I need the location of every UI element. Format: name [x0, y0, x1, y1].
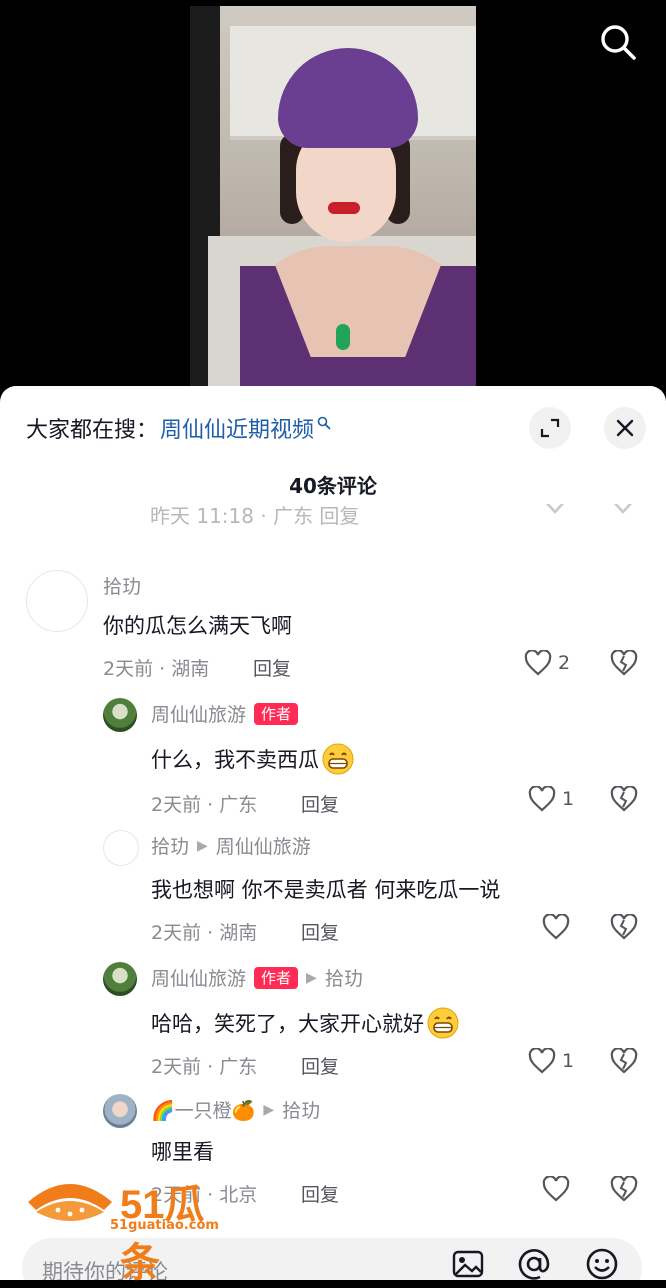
- expand-icon: [540, 418, 560, 438]
- avatar[interactable]: [26, 570, 88, 632]
- reply-meta: 2天前 · 广东: [151, 794, 258, 816]
- avatar[interactable]: [103, 962, 137, 996]
- like-button[interactable]: [542, 1176, 576, 1202]
- emoji-icon[interactable]: [584, 1246, 620, 1280]
- like-count: 1: [562, 788, 575, 810]
- reply-to-username[interactable]: 拾玏: [325, 964, 363, 991]
- reply-username[interactable]: 周仙仙旅游 作者: [151, 700, 299, 727]
- reply-to-username[interactable]: 拾玏: [282, 1096, 320, 1123]
- dislike-button[interactable]: [610, 785, 638, 816]
- dislike-icon: [613, 504, 633, 514]
- username-text: 周仙仙旅游: [151, 968, 247, 990]
- comment-text: 你的瓜怎么满天飞啊: [103, 614, 292, 638]
- sheet-header: 大家都在搜： 周仙仙近期视频 40条评论: [0, 386, 666, 514]
- dislike-button[interactable]: [610, 649, 638, 680]
- heart-icon: [542, 1176, 570, 1202]
- broken-heart-icon: [610, 1047, 638, 1074]
- reply-button[interactable]: 回复: [301, 1180, 339, 1207]
- author-badge: 作者: [254, 966, 299, 989]
- dislike-button[interactable]: [610, 1047, 638, 1078]
- heart-icon: [542, 914, 570, 940]
- broken-heart-icon: [610, 649, 638, 676]
- small-search-icon: [317, 411, 331, 436]
- mention-icon[interactable]: [516, 1246, 552, 1280]
- trending-link[interactable]: 周仙仙近期视频: [160, 412, 314, 444]
- reply-text-content: 什么，我不卖西瓜: [151, 748, 319, 772]
- video-person-pendant: [336, 324, 350, 350]
- reply-to-username[interactable]: 周仙仙旅游: [216, 832, 311, 859]
- username-text: 拾玏: [103, 576, 142, 598]
- reply-username[interactable]: 🌈一只橙🍊 ▶ 拾玏: [151, 1096, 320, 1123]
- comment-input[interactable]: 期待你的评论: [22, 1238, 642, 1280]
- like-count: 2: [558, 652, 571, 674]
- search-icon[interactable]: [598, 22, 638, 62]
- comment-list[interactable]: 昨天 11:18 · 广东 回复 拾玏 你的瓜怎么满天飞啊 2天前 · 湖南 回…: [0, 504, 666, 1220]
- scrolled-comment-meta: 昨天 11:18 · 广东 回复: [150, 504, 360, 528]
- reply-username[interactable]: 拾玏 ▶ 周仙仙旅游: [151, 832, 311, 859]
- watermark-logo: 51瓜条 51guatiao.com: [24, 1172, 234, 1285]
- avatar[interactable]: [103, 698, 137, 732]
- like-button[interactable]: 1: [528, 786, 574, 812]
- broken-heart-icon: [610, 785, 638, 812]
- comment-meta: 2天前 · 湖南: [103, 658, 210, 680]
- username-text: 🌈一只橙🍊: [151, 1100, 256, 1122]
- close-icon: [616, 419, 634, 437]
- like-button[interactable]: 1: [528, 1048, 574, 1074]
- watermark-subtext: 51guatiao.com: [110, 1218, 219, 1233]
- like-button[interactable]: 2: [524, 650, 570, 676]
- username-text: 拾玏: [151, 836, 190, 858]
- close-button[interactable]: [604, 407, 646, 449]
- trending-search[interactable]: 大家都在搜： 周仙仙近期视频: [26, 412, 331, 444]
- reply-meta: 2天前 · 湖南: [151, 922, 258, 944]
- comment-username[interactable]: 拾玏: [103, 572, 141, 599]
- expand-button[interactable]: [529, 407, 571, 449]
- like-count: 1: [562, 1050, 575, 1072]
- reply-username[interactable]: 周仙仙旅游 作者 ▶ 拾玏: [151, 964, 363, 991]
- trending-prefix: 大家都在搜：: [26, 418, 159, 443]
- dislike-button[interactable]: [610, 1175, 638, 1206]
- grin-emoji-icon: [322, 743, 354, 775]
- reply-text: 什么，我不卖西瓜: [151, 742, 355, 776]
- grin-emoji-icon: [427, 1007, 459, 1039]
- image-icon[interactable]: [450, 1246, 486, 1280]
- reply-meta: 2天前 · 广东: [151, 1056, 258, 1078]
- author-badge: 作者: [254, 702, 299, 725]
- username-text: 周仙仙旅游: [151, 704, 247, 726]
- watermelon-logo-icon: [28, 1184, 112, 1221]
- comment-sheet: 大家都在搜： 周仙仙近期视频 40条评论 昨天 11:18 · 广东 回复 拾玏…: [0, 386, 666, 1280]
- reply-arrow-icon: ▶: [306, 969, 317, 986]
- video-person-lips: [328, 202, 360, 214]
- heart-icon: [528, 1048, 556, 1074]
- reply-button[interactable]: 回复: [301, 918, 339, 945]
- comment-count: 40条评论: [289, 474, 377, 498]
- reply-button[interactable]: 回复: [253, 654, 291, 681]
- broken-heart-icon: [610, 1175, 638, 1202]
- dislike-button[interactable]: [610, 913, 638, 944]
- reply-arrow-icon: ▶: [197, 837, 208, 854]
- reply-text: 哈哈，笑死了，大家开心就好: [151, 1006, 460, 1040]
- reply-text: 我也想啊 你不是卖瓜者 何来吃瓜一说: [151, 878, 501, 902]
- heart-icon: [528, 786, 556, 812]
- heart-icon: [545, 504, 565, 514]
- heart-icon: [524, 650, 552, 676]
- reply-button[interactable]: 回复: [301, 790, 339, 817]
- reply-text: 哪里看: [151, 1140, 214, 1164]
- like-button[interactable]: [542, 914, 576, 940]
- broken-heart-icon: [610, 913, 638, 940]
- reply-arrow-icon: ▶: [263, 1101, 275, 1118]
- reply-button[interactable]: 回复: [301, 1052, 339, 1079]
- reply-text-content: 哈哈，笑死了，大家开心就好: [151, 1012, 424, 1036]
- avatar[interactable]: [103, 1094, 137, 1128]
- video-frame[interactable]: [190, 6, 476, 390]
- avatar[interactable]: [103, 830, 139, 866]
- video-player[interactable]: [0, 0, 666, 400]
